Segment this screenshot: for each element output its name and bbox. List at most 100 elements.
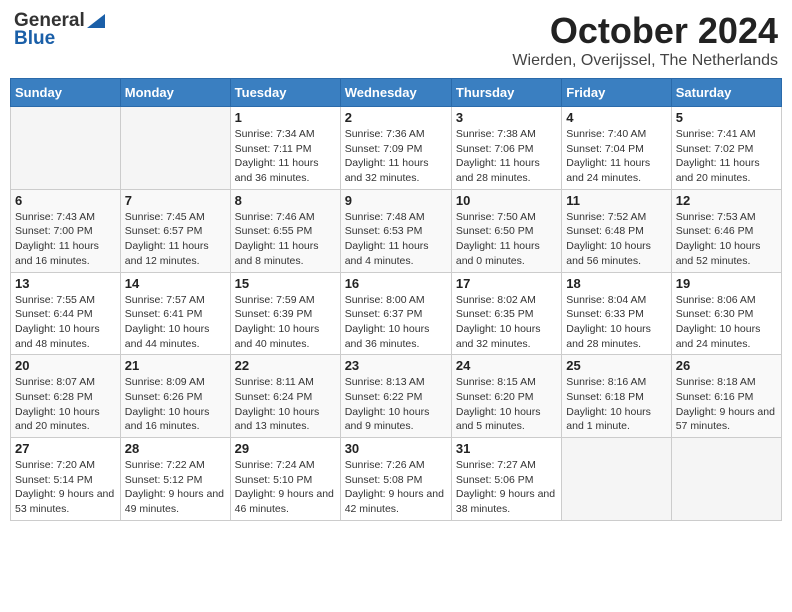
table-row: 15 Sunrise: 7:59 AMSunset: 6:39 PMDayligh…	[230, 272, 340, 355]
daylight-text: Daylight: 10 hours and 36 minutes.	[345, 323, 430, 350]
sunset-text: Sunset: 6:50 PM	[456, 225, 534, 237]
sunrise-text: Sunrise: 8:07 AM	[15, 376, 95, 388]
day-info: Sunrise: 8:04 AMSunset: 6:33 PMDaylight:…	[566, 293, 666, 352]
table-row: 17Sunrise: 8:02 AMSunset: 6:35 PMDayligh…	[451, 272, 561, 355]
day-number: 22	[235, 358, 336, 373]
sunset-text: Sunset: 5:06 PM	[456, 474, 534, 486]
day-number: 18	[566, 276, 666, 291]
sunset-text: Sunset: 6:28 PM	[15, 391, 93, 403]
table-row: 19Sunrise: 8:06 AMSunset: 6:30 PMDayligh…	[671, 272, 781, 355]
table-row: 23Sunrise: 8:13 AMSunset: 6:22 PMDayligh…	[340, 355, 451, 438]
day-info: Sunrise: 7:46 AMSunset: 6:55 PMDaylight:…	[235, 210, 336, 269]
header-saturday: Saturday	[671, 79, 781, 107]
daylight-text: Daylight: 11 hours and 4 minutes.	[345, 240, 429, 267]
table-row	[671, 438, 781, 521]
sunset-text: Sunset: 6:30 PM	[676, 308, 754, 320]
daylight-text: Daylight: 11 hours and 36 minutes.	[235, 157, 319, 184]
table-row	[562, 438, 671, 521]
day-info: Sunrise: 8:11 AMSunset: 6:24 PMDaylight:…	[235, 375, 336, 434]
table-row: 29Sunrise: 7:24 AMSunset: 5:10 PMDayligh…	[230, 438, 340, 521]
day-info: Sunrise: 7:26 AM Sunset: 5:08 PM Daylight:…	[345, 458, 447, 517]
header-friday: Friday	[562, 79, 671, 107]
sunrise-text: Sunrise: 8:15 AM	[456, 376, 536, 388]
day-info: Sunrise: 7:52 AMSunset: 6:48 PMDaylight:…	[566, 210, 666, 269]
day-info: Sunrise: 7:53 AMSunset: 6:46 PMDaylight:…	[676, 210, 777, 269]
day-info: Sunrise: 8:16 AMSunset: 6:18 PMDaylight:…	[566, 375, 666, 434]
day-number: 14	[125, 276, 226, 291]
day-info: Sunrise: 8:00 AMSunset: 6:37 PMDaylight:…	[345, 293, 447, 352]
day-info: Sunrise: 7:50 AMSunset: 6:50 PMDaylight:…	[456, 210, 557, 269]
day-number: 7	[125, 193, 226, 208]
sunset-text: Sunset: 7:04 PM	[566, 143, 644, 155]
table-row: 18 Sunrise: 8:04 AMSunset: 6:33 PMDayligh…	[562, 272, 671, 355]
table-row: 6Sunrise: 7:43 AMSunset: 7:00 PMDaylight…	[11, 189, 121, 272]
sunrise-text: Sunrise: 7:34 AM	[235, 128, 315, 140]
table-row: 13Sunrise: 7:55 AMSunset: 6:44 PMDayligh…	[11, 272, 121, 355]
sunset-text: Sunset: 5:10 PM	[235, 474, 313, 486]
day-info: Sunrise: 8:18 AMSunset: 6:16 PMDaylight:…	[676, 375, 777, 434]
sunrise-text: Sunrise: 8:11 AM	[235, 376, 314, 388]
calendar-table: Sunday Monday Tuesday Wednesday Thursday…	[10, 78, 782, 521]
sunset-text: Sunset: 7:11 PM	[235, 143, 312, 155]
table-row: 21Sunrise: 8:09 AMSunset: 6:26 PMDayligh…	[120, 355, 230, 438]
daylight-text: Daylight: 11 hours and 32 minutes.	[345, 157, 429, 184]
sunrise-text: Sunrise: 7:38 AM	[456, 128, 536, 140]
sunrise-text: Sunrise: 7:46 AM	[235, 211, 315, 223]
sunset-text: Sunset: 7:06 PM	[456, 143, 534, 155]
daylight-text: Daylight: 10 hours and 1 minute.	[566, 406, 651, 433]
sunrise-text: Sunrise: 8:09 AM	[125, 376, 205, 388]
sunrise-text: Sunrise: 8:13 AM	[345, 376, 425, 388]
day-number: 23	[345, 358, 447, 373]
sunset-text: Sunset: 5:08 PM	[345, 474, 423, 486]
day-number: 26	[676, 358, 777, 373]
day-info: Sunrise: 7:41 AMSunset: 7:02 PMDaylight:…	[676, 127, 777, 186]
day-number: 9	[345, 193, 447, 208]
day-number: 12	[676, 193, 777, 208]
day-number: 11	[566, 193, 666, 208]
day-info: Sunrise: 7:34 AM Sunset: 7:11 PM Daylight:…	[235, 127, 336, 186]
sunrise-text: Sunrise: 8:06 AM	[676, 294, 756, 306]
sunrise-text: Sunrise: 7:53 AM	[676, 211, 756, 223]
table-row: 1Sunrise: 7:34 AMSunset: 7:11 PMDaylight…	[230, 107, 340, 190]
daylight-text: Daylight: 11 hours and 16 minutes.	[15, 240, 99, 267]
daylight-text: Daylight: 9 hours and 49 minutes.	[125, 488, 224, 515]
sunrise-text: Sunrise: 7:27 AM	[456, 459, 536, 471]
daylight-text: Daylight: 10 hours and 5 minutes.	[456, 406, 541, 433]
sunrise-text: Sunrise: 7:26 AM	[345, 459, 425, 471]
logo-triangle-icon	[87, 10, 105, 28]
day-number: 10	[456, 193, 557, 208]
daylight-text: Daylight: 10 hours and 16 minutes.	[125, 406, 210, 433]
table-row: 26 Sunrise: 8:18 AMSunset: 6:16 PMDayligh…	[671, 355, 781, 438]
daylight-text: Daylight: 10 hours and 32 minutes.	[456, 323, 541, 350]
calendar-subtitle: Wierden, Overijssel, The Netherlands	[512, 52, 778, 70]
table-row: 30 Sunrise: 7:26 AM Sunset: 5:08 PM Dayligh…	[340, 438, 451, 521]
daylight-text: Daylight: 10 hours and 13 minutes.	[235, 406, 320, 433]
table-row: 24Sunrise: 8:15 AMSunset: 6:20 PMDayligh…	[451, 355, 561, 438]
sunrise-text: Sunrise: 7:43 AM	[15, 211, 95, 223]
table-row: 9Sunrise: 7:48 AMSunset: 6:53 PMDaylight…	[340, 189, 451, 272]
day-info: Sunrise: 7:59 AMSunset: 6:39 PMDaylight:…	[235, 293, 336, 352]
header-thursday: Thursday	[451, 79, 561, 107]
day-info: Sunrise: 7:22 AMSunset: 5:12 PMDaylight:…	[125, 458, 226, 517]
day-info: Sunrise: 8:06 AMSunset: 6:30 PMDaylight:…	[676, 293, 777, 352]
daylight-text: Daylight: 9 hours and 42 minutes.	[345, 488, 444, 515]
sunrise-text: Sunrise: 7:55 AM	[15, 294, 95, 306]
day-info: Sunrise: 7:43 AM Sunset: 7:00 PM Daylight:…	[15, 210, 116, 269]
day-info: Sunrise: 7:20 AMSunset: 5:14 PMDaylight:…	[15, 458, 116, 517]
table-row: 20Sunrise: 8:07 AMSunset: 6:28 PMDayligh…	[11, 355, 121, 438]
header-monday: Monday	[120, 79, 230, 107]
page-header: General Blue October 2024 Wierden, Overi…	[10, 10, 782, 70]
sunrise-text: Sunrise: 7:52 AM	[566, 211, 646, 223]
sunset-text: Sunset: 6:41 PM	[125, 308, 203, 320]
sunset-text: Sunset: 7:00 PM	[15, 225, 93, 237]
day-number: 21	[125, 358, 226, 373]
day-number: 30	[345, 441, 447, 456]
sunset-text: Sunset: 5:14 PM	[15, 474, 93, 486]
table-row: 25Sunrise: 8:16 AMSunset: 6:18 PMDayligh…	[562, 355, 671, 438]
sunrise-text: Sunrise: 7:57 AM	[125, 294, 205, 306]
sunset-text: Sunset: 6:53 PM	[345, 225, 423, 237]
sunrise-text: Sunrise: 7:22 AM	[125, 459, 205, 471]
day-number: 15	[235, 276, 336, 291]
table-row: 16Sunrise: 8:00 AMSunset: 6:37 PMDayligh…	[340, 272, 451, 355]
table-row: 27Sunrise: 7:20 AMSunset: 5:14 PMDayligh…	[11, 438, 121, 521]
